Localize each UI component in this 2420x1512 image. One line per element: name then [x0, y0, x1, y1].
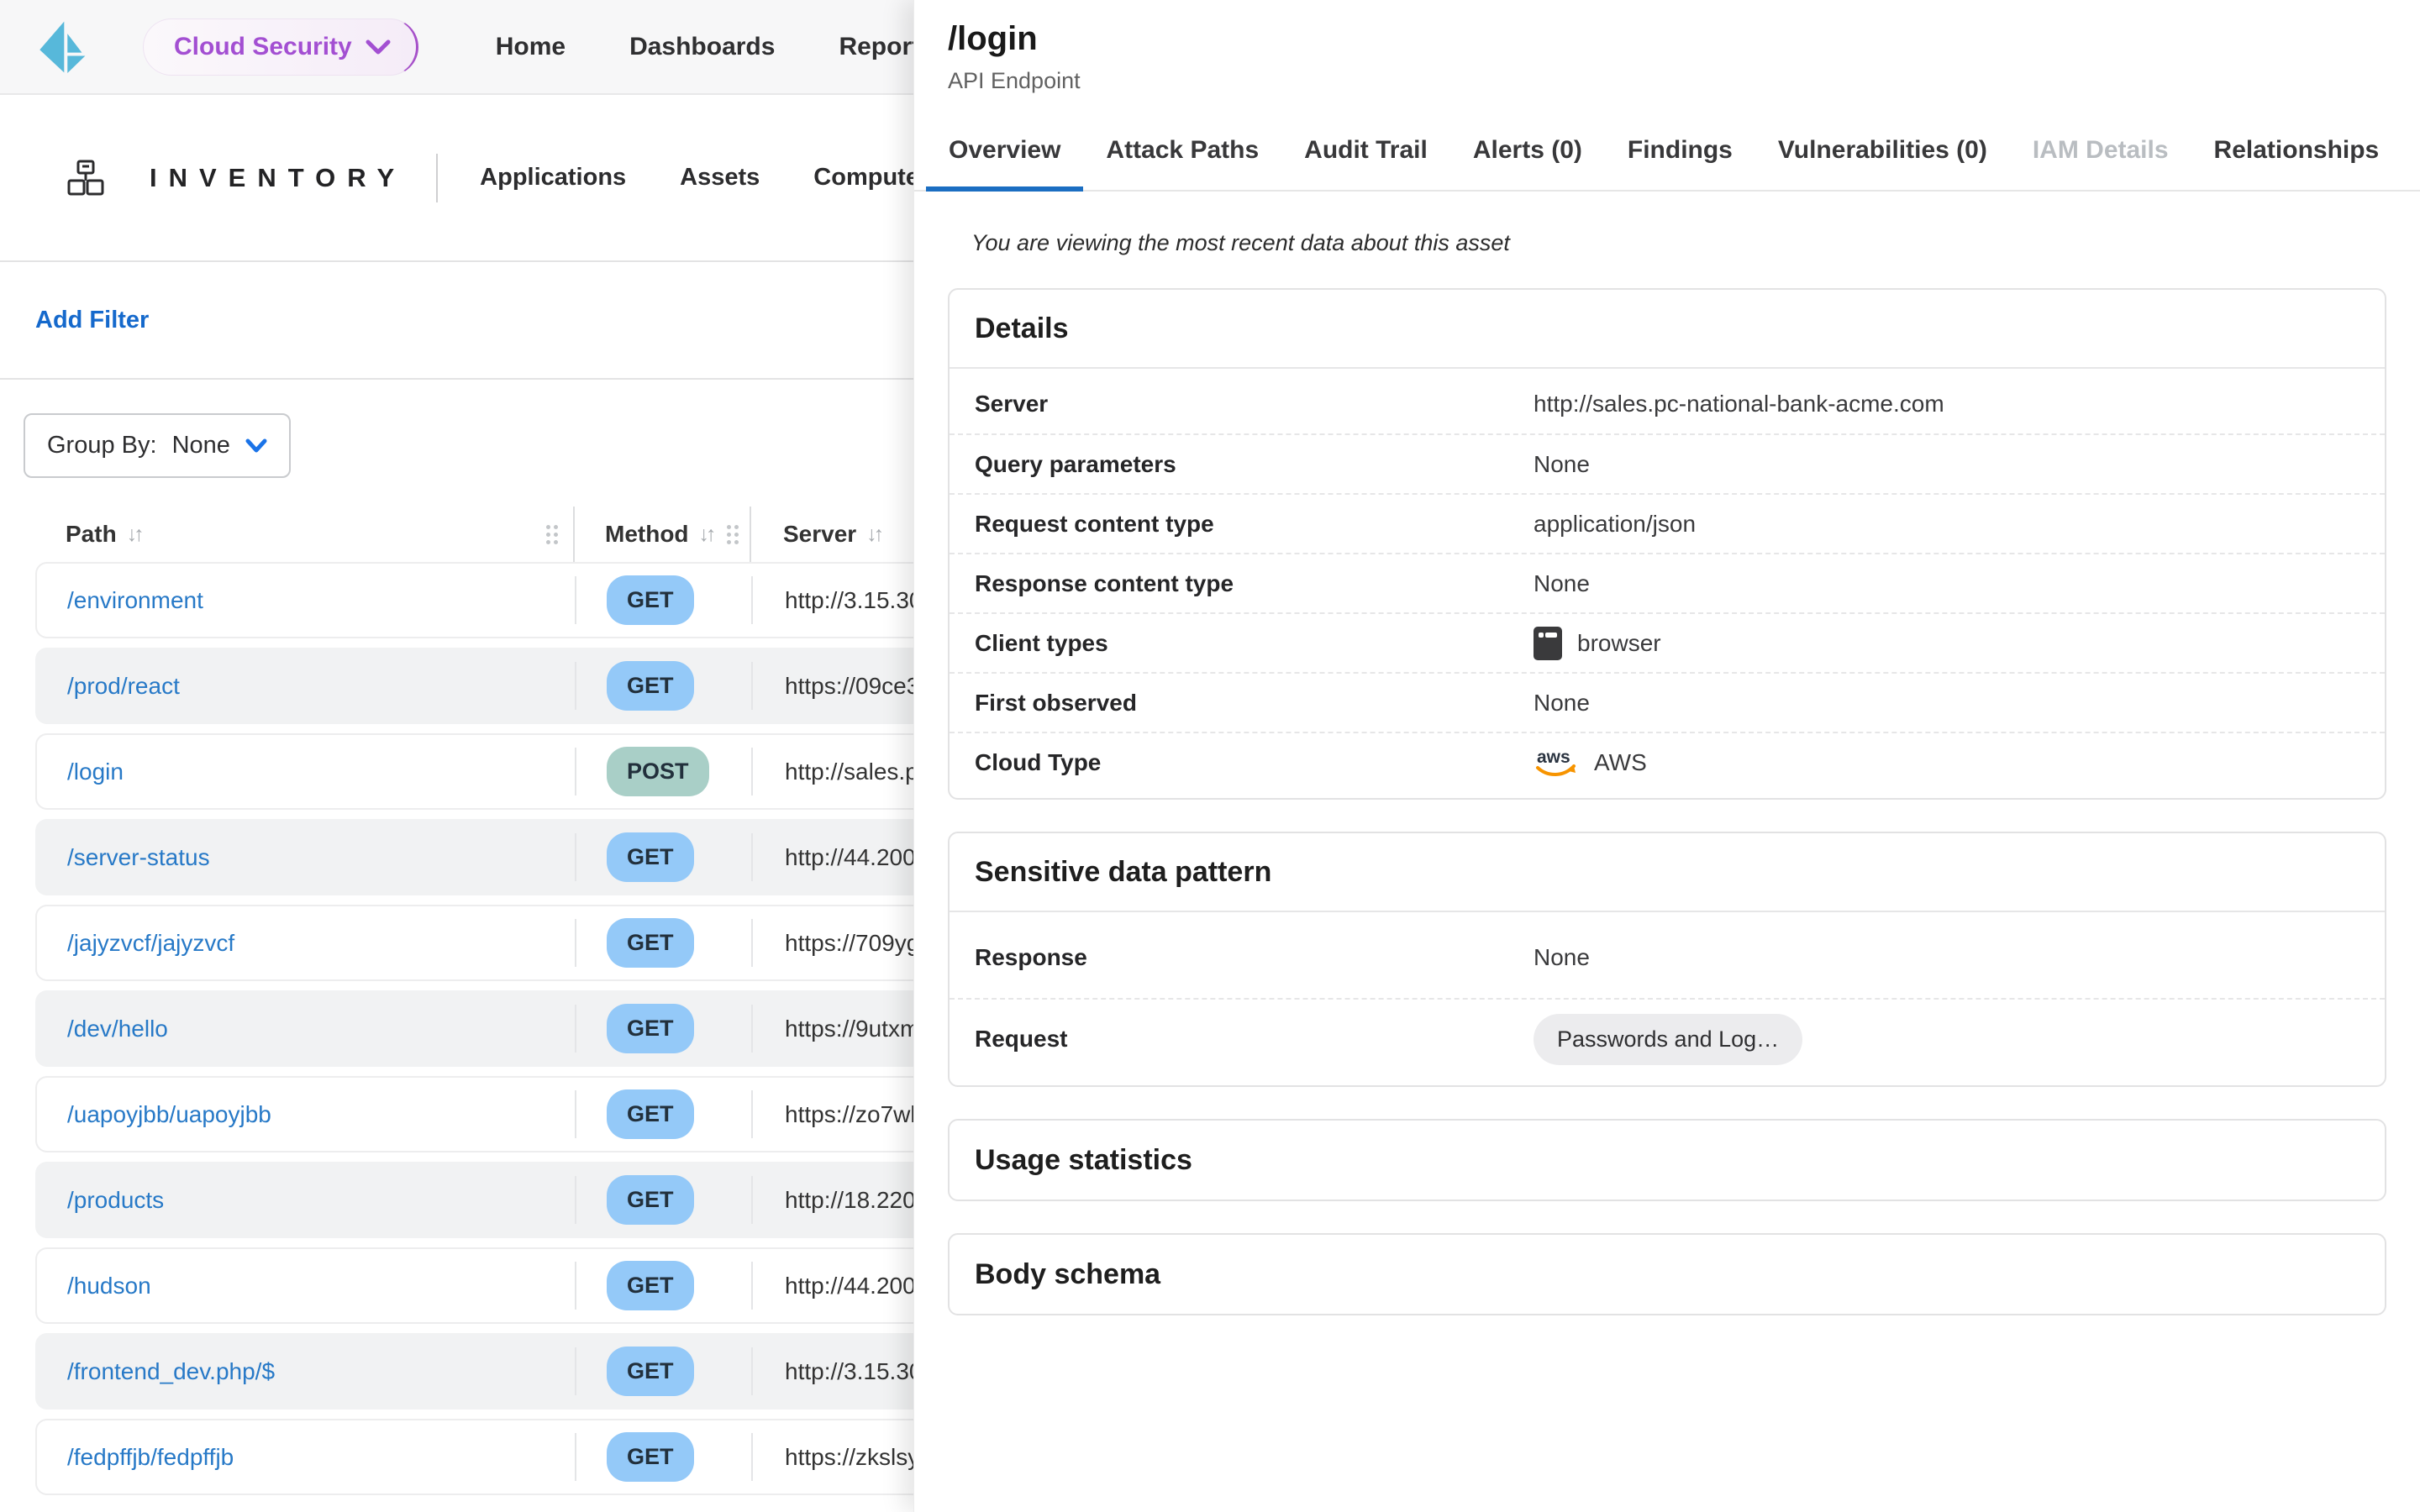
method-badge: GET	[607, 1261, 694, 1310]
detail-row-first-observed: First observed None	[950, 672, 2385, 732]
sort-icon[interactable]: ↓↑	[699, 522, 713, 547]
method-badge: GET	[607, 918, 694, 968]
method-badge: GET	[607, 575, 694, 625]
path-link[interactable]: /frontend_dev.php/$	[67, 1358, 275, 1385]
group-by-dropdown[interactable]: Group By: None	[24, 413, 291, 478]
app-root: Cloud Security Home Dashboards Reports I…	[0, 0, 2420, 1512]
add-filter-button[interactable]: Add Filter	[35, 307, 149, 334]
server-value: http://44.200.	[753, 821, 922, 894]
tab-applications[interactable]: Applications	[480, 164, 626, 192]
server-value: https://709yg	[753, 906, 919, 979]
method-badge: GET	[607, 1432, 694, 1482]
details-card: Details Server http://sales.pc-national-…	[948, 288, 2386, 800]
brand-logo	[35, 16, 91, 78]
drag-handle-icon[interactable]	[546, 525, 558, 544]
details-rows: Server http://sales.pc-national-bank-acm…	[950, 369, 2385, 798]
panel-header: /login API Endpoint	[914, 0, 2420, 94]
drag-handle-icon[interactable]	[727, 525, 739, 544]
asset-title: /login	[948, 20, 2386, 58]
path-link[interactable]: /prod/react	[67, 673, 180, 700]
server-value: http://sales.pc	[753, 735, 930, 808]
tab-alerts[interactable]: Alerts (0)	[1450, 114, 1605, 190]
asset-type: API Endpoint	[948, 68, 2386, 94]
usage-statistics-card: Usage statistics	[948, 1119, 2386, 1201]
sensitive-pattern-chip[interactable]: Passwords and Log…	[1534, 1014, 1802, 1065]
sensitive-row-request: Request Passwords and Log…	[950, 998, 2385, 1079]
path-link[interactable]: /jajyzvcf/jajyzvcf	[67, 930, 234, 957]
method-badge: POST	[607, 747, 709, 796]
chevron-down-icon	[366, 39, 391, 55]
detail-row-query-parameters: Query parameters None	[950, 433, 2385, 493]
server-value: https://zo7wlx	[753, 1078, 928, 1151]
detail-row-server: Server http://sales.pc-national-bank-acm…	[950, 374, 2385, 433]
column-header-method[interactable]: Method ↓↑	[575, 507, 751, 562]
sensitive-data-rows: Response None Request Passwords and Log…	[950, 912, 2385, 1085]
method-badge: GET	[607, 1347, 694, 1396]
svg-text:aws: aws	[1537, 748, 1570, 767]
path-link[interactable]: /fedpffjb/fedpffjb	[67, 1444, 234, 1471]
nav-item-dashboards[interactable]: Dashboards	[629, 33, 775, 61]
product-switcher-label: Cloud Security	[174, 33, 352, 61]
sort-icon[interactable]: ↓↑	[866, 522, 881, 547]
detail-row-cloud-type: Cloud Type aws AWS	[950, 732, 2385, 791]
detail-row-response-content-type: Response content type None	[950, 553, 2385, 612]
page-title: INVENTORY	[150, 163, 406, 193]
asset-detail-panel: /login API Endpoint Overview Attack Path…	[913, 0, 2420, 1512]
panel-body: You are viewing the most recent data abo…	[914, 230, 2420, 1315]
method-badge: GET	[607, 1089, 694, 1139]
server-value: http://3.15.30	[753, 1335, 922, 1408]
group-by-value: None	[172, 432, 230, 459]
path-link[interactable]: /hudson	[67, 1273, 151, 1299]
sensitive-row-response: Response None	[950, 917, 2385, 998]
sensitive-data-card: Sensitive data pattern Response None Req…	[948, 832, 2386, 1087]
server-value: https://zkslsyj	[753, 1420, 924, 1494]
inventory-boxes-icon	[66, 158, 106, 198]
method-badge: GET	[607, 661, 694, 711]
usage-statistics-heading: Usage statistics	[950, 1121, 2385, 1200]
aws-icon: aws	[1534, 746, 1579, 780]
tab-attack-paths[interactable]: Attack Paths	[1083, 114, 1281, 190]
tab-iam-details: IAM Details	[2010, 114, 2191, 190]
method-badge: GET	[607, 1004, 694, 1053]
group-by-label: Group By:	[47, 432, 157, 459]
server-value: http://44.200.	[753, 1249, 922, 1322]
path-link[interactable]: /login	[67, 759, 124, 785]
chevron-down-icon	[245, 438, 267, 454]
tab-relationships[interactable]: Relationships	[2191, 114, 2402, 190]
server-value: http://18.220.	[753, 1163, 922, 1236]
column-header-server[interactable]: Server ↓↑	[751, 507, 881, 562]
column-header-path[interactable]: Path ↓↑	[35, 507, 575, 562]
tab-assets[interactable]: Assets	[680, 164, 760, 192]
tab-overview[interactable]: Overview	[926, 114, 1083, 190]
browser-icon	[1534, 627, 1562, 660]
detail-row-client-types: Client types browser	[950, 612, 2385, 672]
path-link[interactable]: /server-status	[67, 844, 210, 871]
body-schema-heading: Body schema	[950, 1235, 2385, 1314]
path-link[interactable]: /dev/hello	[67, 1016, 168, 1042]
divider	[436, 154, 438, 202]
server-value: http://3.15.30	[753, 564, 922, 637]
tab-audit-trail[interactable]: Audit Trail	[1281, 114, 1450, 190]
tab-findings[interactable]: Findings	[1605, 114, 1755, 190]
panel-tabs: Overview Attack Paths Audit Trail Alerts…	[914, 114, 2420, 192]
path-link[interactable]: /products	[67, 1187, 164, 1214]
server-value: https://09ce3	[753, 649, 919, 722]
tab-vulnerabilities[interactable]: Vulnerabilities (0)	[1755, 114, 2010, 190]
recent-data-notice: You are viewing the most recent data abo…	[971, 230, 2386, 256]
body-schema-card: Body schema	[948, 1233, 2386, 1315]
sort-icon[interactable]: ↓↑	[127, 522, 141, 547]
product-switcher-button[interactable]: Cloud Security	[143, 18, 418, 76]
method-badge: GET	[607, 1175, 694, 1225]
detail-row-request-content-type: Request content type application/json	[950, 493, 2385, 553]
server-value: https://9utxm	[753, 992, 919, 1065]
details-heading: Details	[950, 290, 2385, 369]
path-link[interactable]: /uapoyjbb/uapoyjbb	[67, 1101, 271, 1128]
sensitive-data-heading: Sensitive data pattern	[950, 833, 2385, 912]
method-badge: GET	[607, 832, 694, 882]
nav-item-home[interactable]: Home	[496, 33, 566, 61]
path-link[interactable]: /environment	[67, 587, 203, 614]
